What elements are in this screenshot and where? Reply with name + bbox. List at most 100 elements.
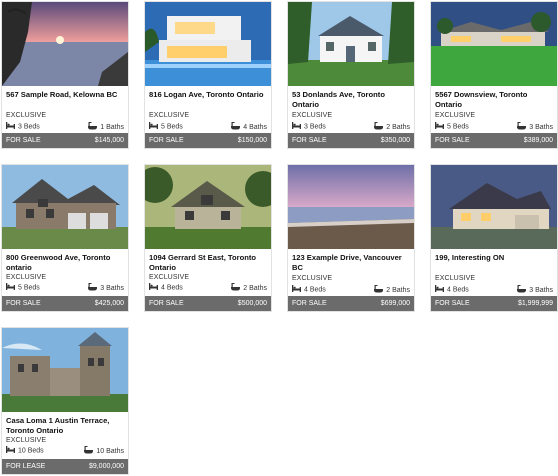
listing-address[interactable]: 567 Sample Road, Kelowna BC [6,90,126,100]
beds-stat: 5 Beds [435,122,469,131]
beds-label: 4 Beds [161,284,183,292]
listing-address[interactable]: 199, Interesting ON [435,253,555,263]
bath-icon [88,122,98,132]
listing-status-bar: FOR SALE $425,000 [2,296,128,311]
beds-label: 4 Beds [304,286,326,294]
listing-status-bar: FOR LEASE $9,000,000 [2,459,128,474]
listing-status: FOR SALE [292,300,327,307]
baths-label: 3 Baths [529,123,553,131]
baths-label: 10 Baths [96,447,124,455]
beds-label: 3 Beds [18,123,40,131]
listing-card[interactable]: 199, Interesting ON EXCLUSIVE 4 Beds 3 B… [430,164,558,312]
listing-address[interactable]: 53 Donlands Ave, Toronto Ontario [292,90,412,109]
listing-tag: EXCLUSIVE [6,274,47,281]
listing-card[interactable]: 800 Greenwood Ave, Toronto ontario EXCLU… [1,164,129,312]
listing-stats: 3 Beds 1 Baths [6,122,124,132]
beds-stat: 5 Beds [149,122,183,131]
listing-status-bar: FOR SALE $350,000 [288,133,414,148]
beds-label: 5 Beds [18,284,40,292]
bed-icon [6,122,15,131]
bed-icon [149,122,158,131]
listing-card[interactable]: 123 Example Drive, Vancouver BC EXCLUSIV… [287,164,415,312]
listing-card[interactable]: 816 Logan Ave, Toronto Ontario EXCLUSIVE… [144,1,272,149]
listing-stats: 5 Beds 3 Baths [435,122,553,132]
listing-status-bar: FOR SALE $389,000 [431,133,557,148]
listing-photo[interactable] [145,2,271,86]
listing-stats: 3 Beds 2 Baths [292,122,410,132]
listing-status-bar: FOR SALE $150,000 [145,133,271,148]
listing-tag: EXCLUSIVE [149,112,190,119]
baths-label: 2 Baths [386,123,410,131]
bed-icon [149,283,158,292]
bath-icon [231,283,241,293]
baths-label: 2 Baths [243,284,267,292]
bath-icon [84,446,94,456]
listing-status: FOR SALE [435,137,470,144]
listing-status: FOR SALE [6,300,41,307]
bed-icon [6,446,15,455]
listing-address[interactable]: 800 Greenwood Ave, Toronto ontario [6,253,126,272]
listing-status-bar: FOR SALE $500,000 [145,296,271,311]
listing-status: FOR SALE [6,137,41,144]
baths-stat: 2 Baths [374,122,410,132]
baths-stat: 2 Baths [374,285,410,295]
beds-stat: 3 Beds [292,122,326,131]
baths-label: 3 Baths [529,286,553,294]
listing-stats: 5 Beds 3 Baths [6,283,124,293]
listing-tag: EXCLUSIVE [6,112,47,119]
listing-photo[interactable] [2,328,128,412]
listing-stats: 5 Beds 4 Baths [149,122,267,132]
listing-price: $389,000 [523,137,553,144]
bath-icon [88,283,98,293]
listing-address[interactable]: 123 Example Drive, Vancouver BC [292,253,412,272]
beds-label: 10 Beds [18,447,44,455]
listing-stats: 10 Beds 10 Baths [6,446,124,456]
listing-price: $425,000 [94,300,124,307]
bed-icon [292,122,301,131]
listing-card[interactable]: 53 Donlands Ave, Toronto Ontario EXCLUSI… [287,1,415,149]
listing-price: $350,000 [380,137,410,144]
beds-stat: 10 Beds [6,446,44,455]
baths-stat: 4 Baths [231,122,267,132]
listing-stats: 4 Beds 3 Baths [435,285,553,295]
listing-card[interactable]: 567 Sample Road, Kelowna BC EXCLUSIVE 3 … [1,1,129,149]
listing-card[interactable]: 5567 Downsview, Toronto Ontario EXCLUSIV… [430,1,558,149]
listing-photo[interactable] [431,2,557,86]
beds-label: 3 Beds [304,123,326,131]
listing-address[interactable]: Casa Loma 1 Austin Terrace, Toronto Onta… [6,416,126,435]
listing-address[interactable]: 5567 Downsview, Toronto Ontario [435,90,555,109]
beds-stat: 5 Beds [6,283,40,292]
listing-address[interactable]: 816 Logan Ave, Toronto Ontario [149,90,269,100]
baths-stat: 3 Baths [517,122,553,132]
listing-stats: 4 Beds 2 Baths [292,285,410,295]
listing-photo[interactable] [431,165,557,249]
listing-photo[interactable] [2,165,128,249]
bed-icon [6,283,15,292]
listing-photo[interactable] [288,2,414,86]
bed-icon [292,285,301,294]
listing-price: $699,000 [380,300,410,307]
listing-tag: EXCLUSIVE [435,112,476,119]
bed-icon [435,122,444,131]
listing-address[interactable]: 1094 Gerrard St East, Toronto Ontario [149,253,269,272]
baths-label: 1 Baths [100,123,124,131]
listing-tag: EXCLUSIVE [292,275,333,282]
bath-icon [374,122,384,132]
listing-tag: EXCLUSIVE [292,112,333,119]
listing-stats: 4 Beds 2 Baths [149,283,267,293]
baths-label: 3 Baths [100,284,124,292]
listing-photo[interactable] [2,2,128,86]
listing-card[interactable]: 1094 Gerrard St East, Toronto Ontario EX… [144,164,272,312]
listing-status: FOR SALE [292,137,327,144]
listing-photo[interactable] [145,165,271,249]
listing-price: $150,000 [237,137,267,144]
baths-stat: 3 Baths [88,283,124,293]
bath-icon [517,122,527,132]
listing-photo[interactable] [288,165,414,249]
listing-price: $500,000 [237,300,267,307]
beds-stat: 4 Beds [292,285,326,294]
listing-status: FOR SALE [435,300,470,307]
bath-icon [517,285,527,295]
listing-card[interactable]: Casa Loma 1 Austin Terrace, Toronto Onta… [1,327,129,475]
baths-stat: 1 Baths [88,122,124,132]
